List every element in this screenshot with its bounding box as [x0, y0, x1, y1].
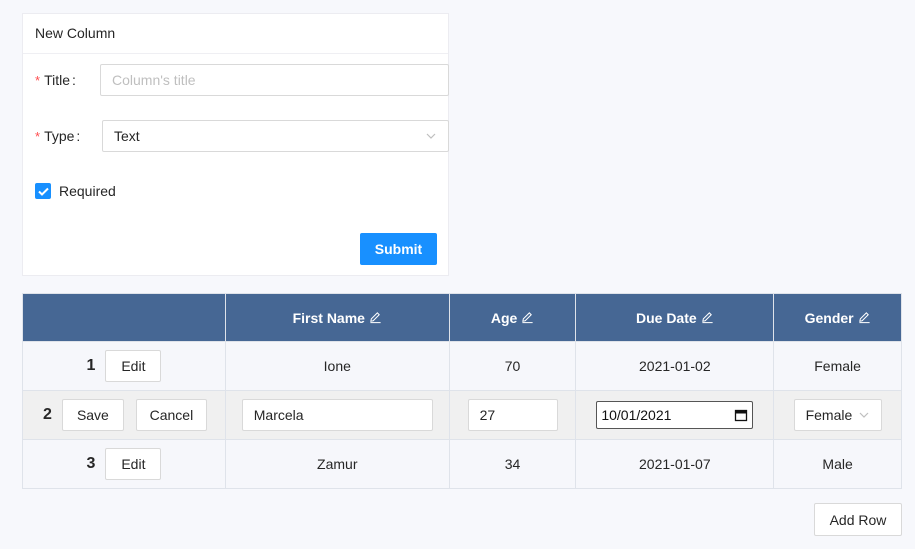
cell-first-name: Ione [224, 341, 450, 391]
required-row[interactable]: Required [35, 183, 116, 199]
save-button[interactable]: Save [61, 399, 124, 431]
title-label: Title [44, 72, 70, 88]
row-index: 3 [86, 455, 96, 472]
age-input[interactable]: 27 [467, 399, 558, 431]
cell-due-date: 2021-01-02 [575, 341, 775, 391]
title-input[interactable] [100, 64, 449, 96]
add-row-button[interactable]: Add Row [814, 503, 902, 536]
edit-button[interactable]: Edit [105, 350, 162, 382]
cell-age: 34 [448, 439, 577, 489]
chevron-down-icon [426, 133, 436, 139]
type-select-value: Text [114, 128, 140, 144]
required-asterisk: * [35, 72, 41, 88]
edit-pen-icon[interactable] [369, 311, 382, 324]
row-index: 1 [86, 357, 96, 374]
row-index: 2 [43, 406, 52, 423]
header-gender[interactable]: Gender [773, 293, 902, 342]
table-row-editing: 2 Save Cancel Marcela 27 10/01/2021 Female [22, 390, 902, 440]
required-label: Required [59, 183, 116, 199]
submit-button[interactable]: Submit [360, 233, 437, 265]
title-row: * Title: [35, 64, 449, 96]
cell-age: 70 [448, 341, 577, 391]
header-first-name[interactable]: First Name [224, 293, 450, 342]
edit-pen-icon[interactable] [701, 311, 714, 324]
type-row: * Type: Text [35, 120, 449, 152]
gender-select-value: Female [805, 407, 853, 423]
header-first-name-label: First Name [292, 309, 365, 326]
header-gender-label: Gender [804, 309, 854, 326]
calendar-icon[interactable] [734, 408, 748, 422]
due-date-value: 10/01/2021 [601, 407, 672, 423]
type-label: Type [44, 128, 75, 144]
required-asterisk: * [35, 128, 41, 144]
required-checkbox[interactable] [35, 183, 51, 199]
table-row: 3 Edit Zamur 34 2021-01-07 Male [22, 439, 902, 489]
cell-gender: Female [773, 341, 902, 391]
title-colon: : [72, 72, 76, 88]
header-index [22, 293, 226, 342]
cell-gender: Male [773, 439, 902, 489]
header-due-date-label: Due Date [635, 309, 697, 326]
due-date-input[interactable]: 10/01/2021 [596, 401, 754, 429]
table-header-row: First Name Age Due Date Gender [22, 293, 902, 342]
panel-title: New Column [23, 14, 448, 54]
first-name-input[interactable]: Marcela [241, 399, 433, 431]
check-icon [37, 187, 49, 196]
data-table: First Name Age Due Date Gender 1 Edit Ion… [22, 293, 902, 489]
gender-select[interactable]: Female [793, 399, 882, 431]
header-age[interactable]: Age [448, 293, 577, 342]
type-colon: : [76, 128, 81, 144]
edit-pen-icon[interactable] [858, 311, 871, 324]
header-age-label: Age [490, 309, 518, 326]
edit-button[interactable]: Edit [105, 448, 162, 480]
cell-due-date: 2021-01-07 [575, 439, 775, 489]
edit-pen-icon[interactable] [521, 311, 534, 324]
chevron-down-icon [859, 412, 869, 418]
cell-first-name: Zamur [224, 439, 450, 489]
cancel-button[interactable]: Cancel [135, 399, 207, 431]
type-select[interactable]: Text [102, 120, 449, 152]
header-due-date[interactable]: Due Date [575, 293, 775, 342]
new-column-panel: New Column * Title: * Type: Text Require… [22, 13, 449, 276]
table-row: 1 Edit Ione 70 2021-01-02 Female [22, 341, 902, 391]
